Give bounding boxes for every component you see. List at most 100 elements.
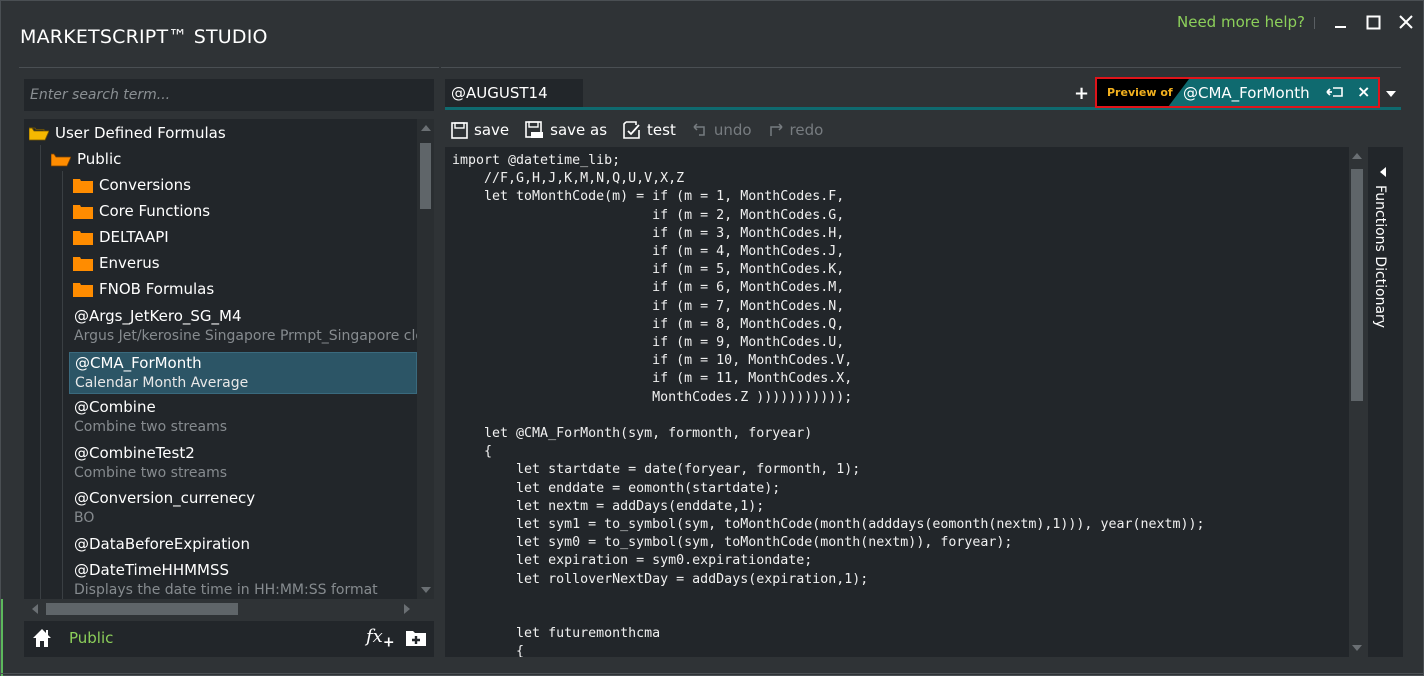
new-folder-icon[interactable] (406, 629, 426, 647)
formula-description: Combine two streams (74, 419, 228, 435)
divider (1, 673, 1424, 674)
folder-item[interactable]: FNOB Formulas (73, 280, 214, 298)
tree-vertical-scrollbar[interactable] (417, 119, 434, 599)
maximize-button[interactable] (1359, 9, 1387, 35)
redo-button[interactable]: redo (768, 121, 824, 139)
functions-dictionary-label: Functions Dictionary (1372, 185, 1388, 329)
formula-name: @DateTimeHHMMSS (74, 561, 230, 579)
folder-label: DELTAAPI (99, 228, 169, 246)
formula-item[interactable]: @Args_JetKero_SG_M4 Argus Jet/kerosine S… (69, 306, 417, 346)
open-in-tab-icon[interactable] (1326, 84, 1344, 100)
preview-close-button[interactable]: × (1357, 82, 1370, 101)
tree-node-label: User Defined Formulas (55, 124, 226, 142)
folder-label: Core Functions (99, 202, 211, 220)
editor-vertical-scrollbar[interactable] (1349, 147, 1365, 657)
formula-name: @CombineTest2 (74, 444, 195, 462)
scrollbar-thumb[interactable] (46, 603, 238, 615)
formula-tree: User Defined Formulas Public Conversions… (24, 119, 434, 599)
folder-icon (73, 256, 93, 271)
scroll-down-arrow-icon[interactable] (1352, 645, 1362, 651)
sidebar-footer: Public fx+ (24, 621, 434, 657)
formula-item[interactable]: @Combine Combine two streams (69, 397, 417, 437)
save-label: save (474, 121, 510, 139)
redo-label: redo (789, 121, 824, 139)
help-link[interactable]: Need more help? (1177, 13, 1305, 31)
tree-node-label: Public (77, 150, 122, 168)
preview-label: Preview of (1107, 86, 1173, 99)
minimize-icon (1335, 26, 1346, 28)
folder-item[interactable]: DELTAAPI (73, 228, 169, 246)
tree-node-user-defined-formulas[interactable]: User Defined Formulas (29, 124, 226, 142)
divider (441, 67, 1401, 68)
plus-icon: + (382, 634, 395, 651)
scroll-right-arrow-icon[interactable] (404, 604, 410, 614)
app-window: MARKETSCRIPT™ STUDIO Need more help? Use… (0, 0, 1424, 676)
formula-name: @Conversion_currenecy (74, 489, 256, 507)
tree-node-public[interactable]: Public (51, 150, 121, 168)
breadcrumb-public[interactable]: Public (69, 629, 113, 647)
title-separator (1314, 17, 1315, 29)
close-icon (1399, 15, 1413, 29)
left-accent-bar (1, 599, 3, 676)
test-icon (623, 121, 640, 139)
folder-label: Conversions (99, 176, 191, 194)
add-tab-button[interactable]: + (1074, 83, 1089, 104)
undo-label: undo (713, 121, 752, 139)
formula-item[interactable]: @DateTimeHHMMSS Displays the date time i… (69, 560, 417, 599)
formula-description: Displays the date time in HH:MM:SS forma… (74, 582, 378, 598)
scroll-down-arrow-icon[interactable] (421, 587, 431, 593)
editor-toolbar: save save as test undo redo (451, 119, 839, 141)
search-input[interactable] (24, 79, 434, 111)
folder-label: FNOB Formulas (99, 280, 215, 298)
folder-label: Enverus (99, 254, 160, 272)
scrollbar-thumb[interactable] (420, 143, 431, 209)
test-button[interactable]: test (623, 121, 676, 139)
home-icon[interactable] (32, 628, 52, 648)
folder-item[interactable]: Conversions (73, 176, 191, 194)
open-folder-icon (51, 153, 71, 166)
folder-icon (73, 204, 93, 219)
tab-august14[interactable]: @AUGUST14 (445, 79, 583, 107)
preview-tab[interactable]: Preview of @CMA_ForMonth × (1095, 77, 1380, 108)
tab-list-dropdown-icon[interactable] (1386, 91, 1396, 97)
formula-item[interactable]: @Conversion_currenecy BO (69, 488, 417, 528)
preview-label-badge: Preview of (1097, 79, 1189, 106)
code-editor[interactable]: import @datetime_lib; //F,G,H,J,K,M,N,Q,… (445, 147, 1349, 657)
tree-horizontal-scrollbar[interactable] (24, 599, 434, 619)
open-folder-icon (29, 127, 49, 140)
scroll-left-arrow-icon[interactable] (32, 604, 38, 614)
undo-icon (693, 123, 705, 136)
save-as-label: save as (550, 121, 608, 139)
minimize-button[interactable] (1327, 9, 1355, 35)
save-button[interactable]: save (451, 121, 509, 139)
folder-icon (73, 230, 93, 245)
formula-name: @CMA_ForMonth (75, 354, 202, 372)
formula-name: @DataBeforeExpiration (74, 535, 250, 553)
folder-item[interactable]: Enverus (73, 254, 160, 272)
scroll-up-arrow-icon[interactable] (1352, 153, 1362, 159)
divider (19, 67, 439, 68)
functions-dictionary-panel[interactable]: Functions Dictionary (1368, 147, 1403, 657)
save-icon (451, 121, 468, 139)
close-button[interactable] (1392, 9, 1420, 35)
formula-description: Argus Jet/kerosine Singapore Prmpt_Singa… (74, 328, 417, 344)
app-title: MARKETSCRIPT™ STUDIO (20, 26, 268, 48)
folder-item[interactable]: Core Functions (73, 202, 210, 220)
test-label: test (647, 121, 676, 139)
undo-button[interactable]: undo (692, 121, 752, 139)
preview-tab-name: @CMA_ForMonth (1183, 84, 1310, 102)
tree-guide-line (62, 171, 63, 599)
formula-description: Combine two streams (74, 465, 228, 481)
maximize-icon (1366, 15, 1380, 29)
folder-icon (73, 178, 93, 193)
scrollbar-thumb[interactable] (1351, 169, 1363, 401)
tree-content: User Defined Formulas Public Conversions… (24, 119, 417, 599)
formula-item[interactable]: @DataBeforeExpiration (69, 534, 417, 554)
code-text[interactable]: import @datetime_lib; //F,G,H,J,K,M,N,Q,… (452, 152, 1205, 657)
save-as-button[interactable]: save as (525, 121, 607, 139)
formula-name: @Combine (74, 398, 156, 416)
formula-item[interactable]: @CombineTest2 Combine two streams (69, 443, 417, 483)
new-formula-button[interactable]: fx+ (366, 626, 395, 651)
scroll-up-arrow-icon[interactable] (421, 125, 431, 131)
formula-item-selected[interactable]: @CMA_ForMonth Calendar Month Average (69, 352, 417, 394)
